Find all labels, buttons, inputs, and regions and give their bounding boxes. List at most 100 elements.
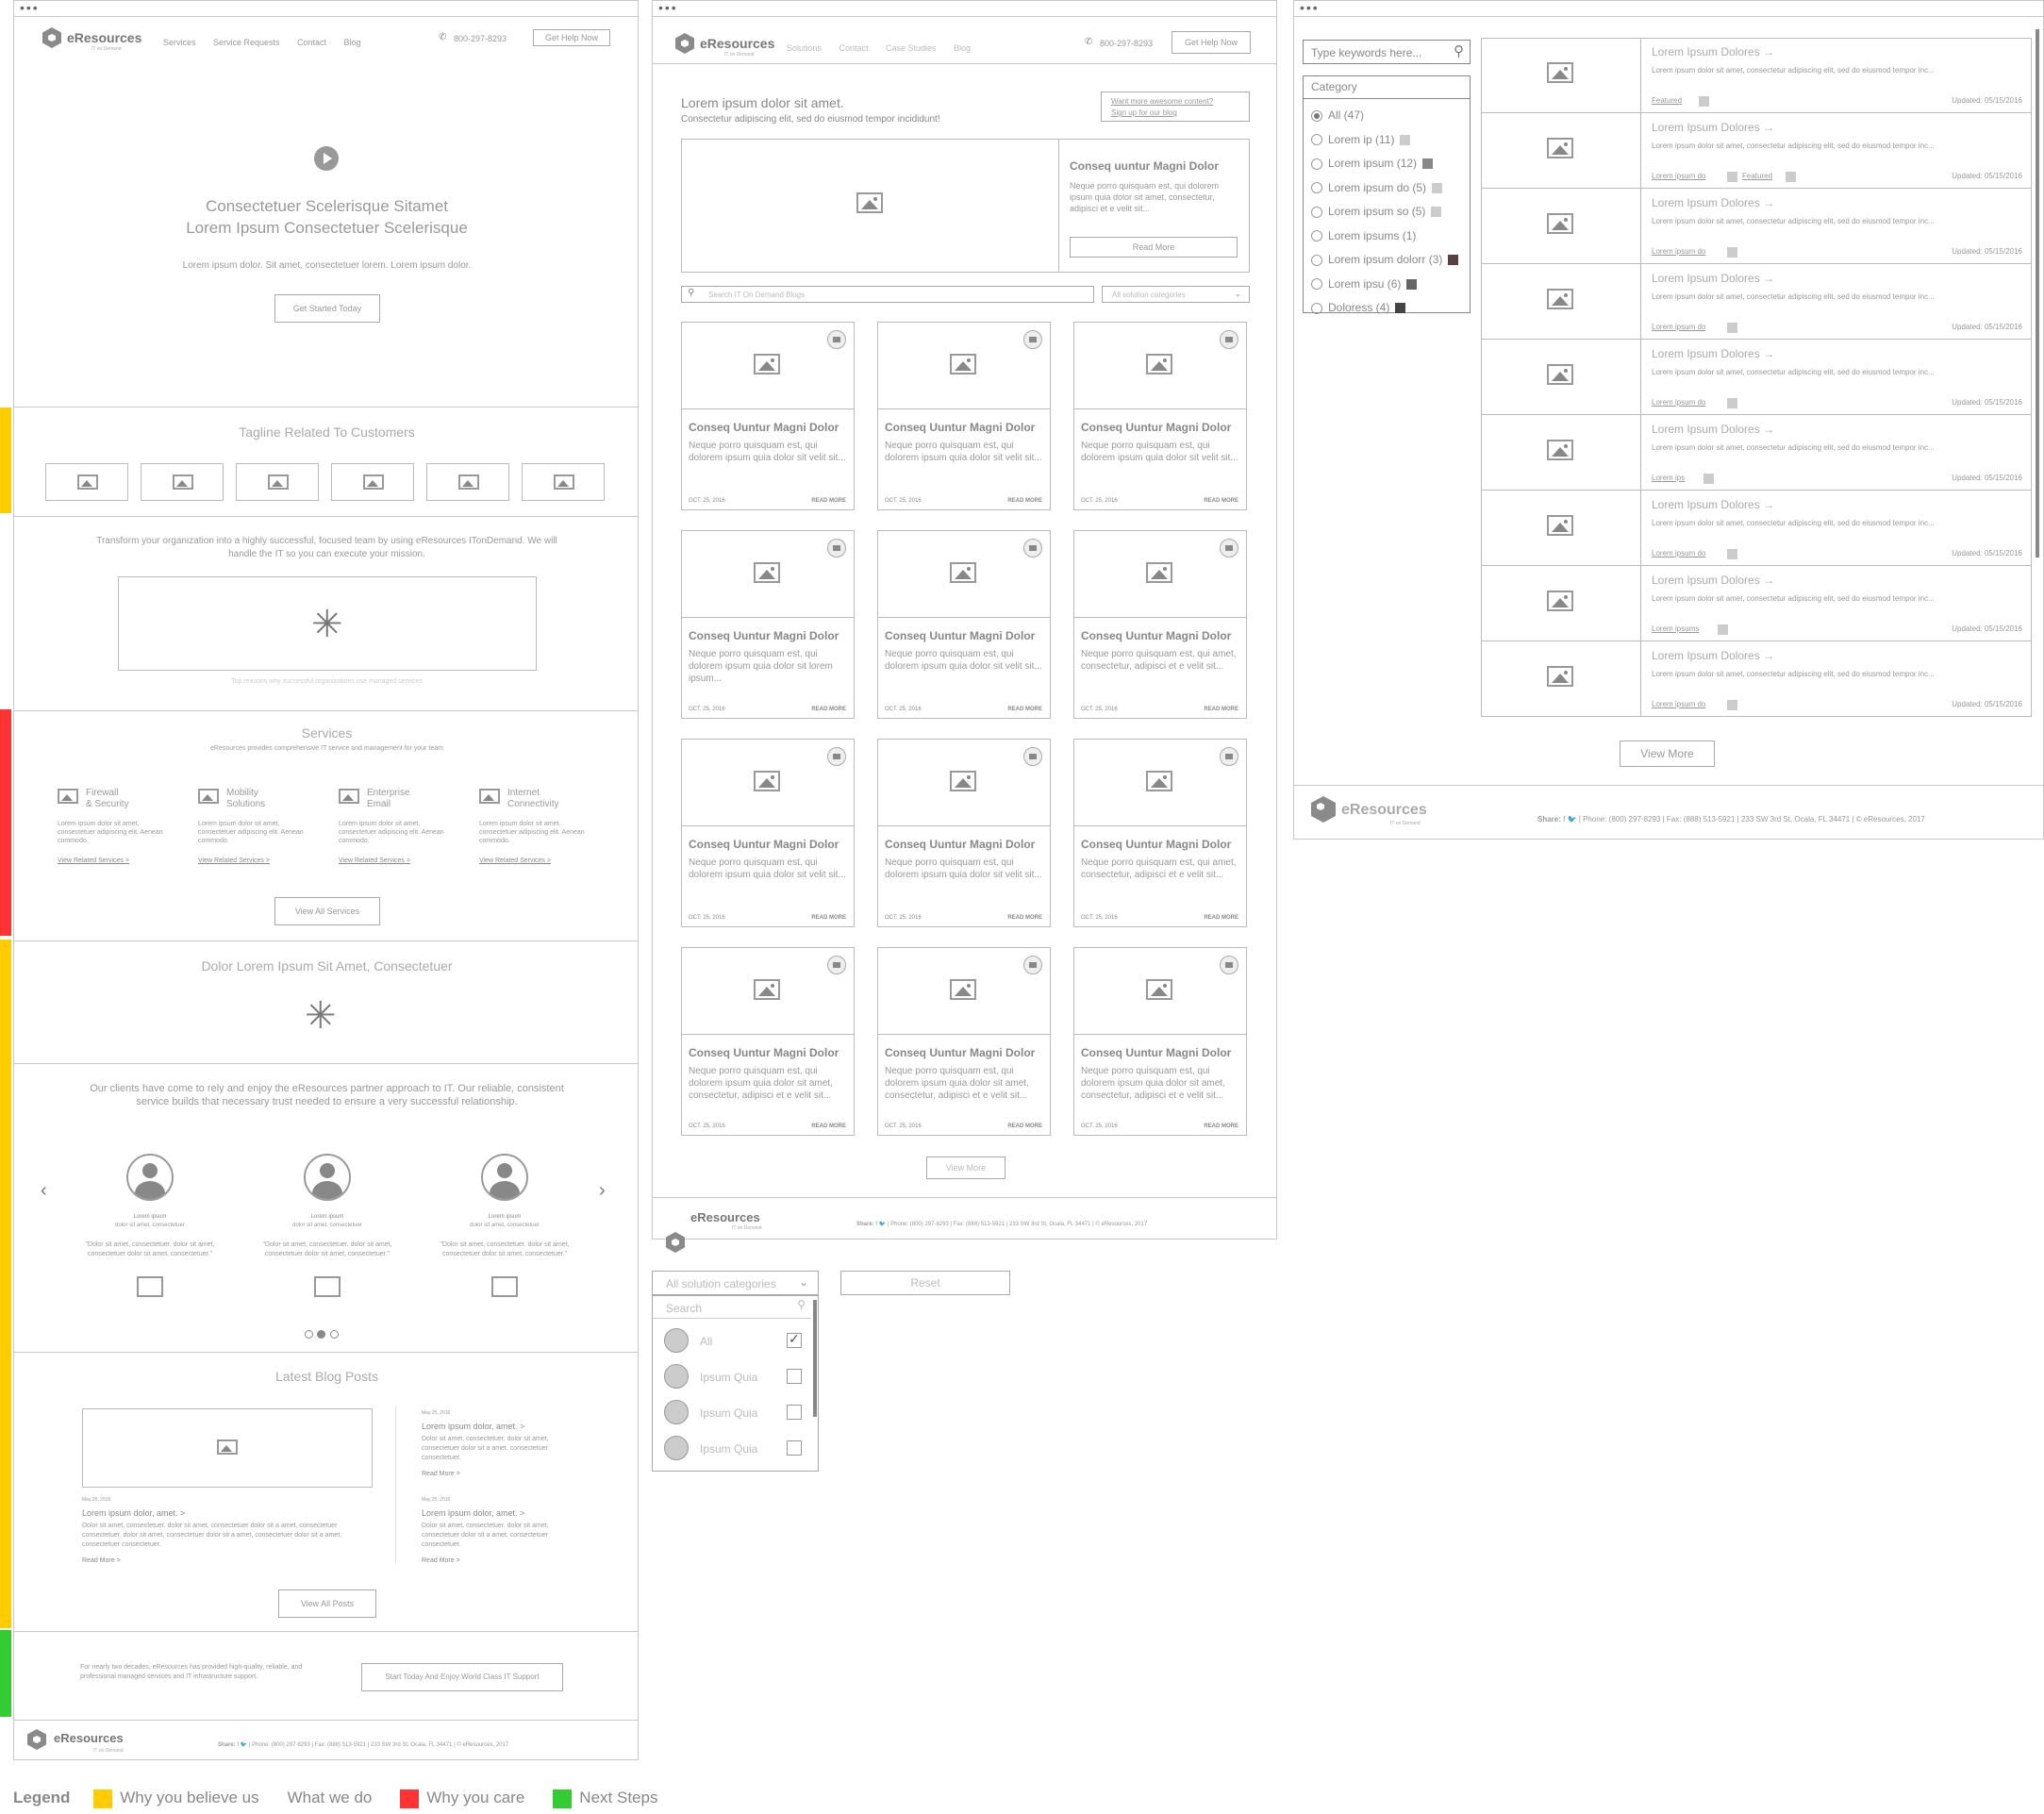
result-title[interactable]: Lorem Ipsum Dolores → [1652,347,1774,360]
nav-contact[interactable]: Contact [839,43,868,53]
nav-services[interactable]: Services [163,38,196,47]
blog-side-title[interactable]: Lorem ipsum dolor, amet. > [422,1508,524,1518]
footer-phone[interactable]: Phone: (800) 297-8293 [252,1742,310,1748]
category-item[interactable]: Lorem ip (11) [1311,133,1411,146]
result-tag[interactable]: Lorem ips [1652,474,1685,482]
blog-card[interactable]: Conseq Uuntur Magni Dolor Neque porro qui… [877,322,1051,510]
result-row[interactable]: Lorem Ipsum Dolores → Lorem ipsum dolor s… [1481,491,2032,566]
blog-card[interactable]: Conseq Uuntur Magni Dolor Neque porro qui… [877,739,1051,927]
blog-card[interactable]: Conseq Uuntur Magni Dolor Neque porro qui… [681,739,855,927]
service-link[interactable]: View Related Services > [198,857,270,864]
carousel-next-icon[interactable]: › [599,1180,606,1202]
nav-blog[interactable]: Blog [954,43,971,53]
card-read-more[interactable]: READ MORE [1204,915,1238,921]
result-title[interactable]: Lorem Ipsum Dolores → [1652,649,1774,662]
card-title[interactable]: Conseq Uuntur Magni Dolor [1081,1046,1231,1059]
blog-main-title[interactable]: Lorem ipsum dolor, amet. > [82,1508,185,1518]
result-row[interactable]: Lorem Ipsum Dolores → Lorem ipsum dolor s… [1481,566,2032,641]
category-item[interactable]: Lorem ipsum do (5) [1311,181,1443,194]
result-row[interactable]: Lorem Ipsum Dolores → Lorem ipsum dolor s… [1481,113,2032,189]
play-icon[interactable] [314,146,339,171]
result-row[interactable]: Lorem Ipsum Dolores → Lorem ipsum dolor s… [1481,641,2032,717]
nav-service-requests[interactable]: Service Requests [213,38,280,47]
featured-read-more-button[interactable]: Read More [1070,237,1238,258]
result-tag[interactable]: Lorem ipsum do [1652,172,1705,180]
card-title[interactable]: Conseq Uuntur Magni Dolor [689,1046,839,1059]
carousel-prev-icon[interactable]: ‹ [41,1180,47,1202]
dropdown-item-label[interactable]: Ipsum Quia [700,1406,757,1420]
card-read-more[interactable]: READ MORE [1007,915,1042,921]
blog-main-image[interactable] [82,1408,373,1488]
blog-card[interactable]: Conseq Uuntur Magni Dolor Neque porro qui… [681,947,855,1136]
card-title[interactable]: Conseq Uuntur Magni Dolor [689,629,839,642]
radio-button[interactable] [1311,230,1322,242]
search-icon[interactable]: ⚲ [1454,42,1464,59]
blog-side-more[interactable]: Read More > [422,1557,460,1564]
card-read-more[interactable]: READ MORE [1204,498,1238,504]
result-title[interactable]: Lorem Ipsum Dolores → [1652,498,1774,511]
radio-button[interactable] [1311,182,1322,194]
card-read-more[interactable]: READ MORE [1204,1123,1238,1129]
blog-card[interactable]: Conseq Uuntur Magni Dolor Neque porro qui… [681,322,855,510]
view-more-button[interactable]: View More [1620,741,1715,767]
twitter-icon[interactable]: 🐦 | [241,1742,252,1748]
result-row[interactable]: Lorem Ipsum Dolores → Lorem ipsum dolor s… [1481,415,2032,491]
blog-main-more[interactable]: Read More > [82,1557,121,1564]
card-title[interactable]: Conseq Uuntur Magni Dolor [885,1046,1035,1059]
card-title[interactable]: Conseq Uuntur Magni Dolor [885,838,1035,851]
blog-card[interactable]: Conseq Uuntur Magni Dolor Neque porro qui… [1073,530,1247,719]
header-phone[interactable]: 800-297-8293 [1100,39,1153,48]
result-row[interactable]: Lorem Ipsum Dolores → Lorem ipsum dolor s… [1481,38,2032,113]
result-tag[interactable]: Lorem ipsums [1652,624,1699,633]
nav-solutions[interactable]: Solutions [787,43,822,53]
checkbox-checked[interactable]: ✓ [787,1331,802,1348]
blog-card[interactable]: Conseq Uuntur Magni Dolor Neque porro qui… [877,530,1051,719]
result-title[interactable]: Lorem Ipsum Dolores → [1652,423,1774,436]
card-title[interactable]: Conseq Uuntur Magni Dolor [885,629,1035,642]
radio-button[interactable] [1311,109,1322,122]
card-title[interactable]: Conseq Uuntur Magni Dolor [1081,629,1231,642]
result-tag[interactable]: Lorem ipsum do [1652,700,1705,708]
category-item[interactable]: Doloress (4) [1311,301,1406,314]
card-read-more[interactable]: READ MORE [1007,498,1042,504]
card-title[interactable]: Conseq Uuntur Magni Dolor [1081,838,1231,851]
dropdown-select[interactable]: All solution categories ⌄ [652,1271,819,1295]
result-tag[interactable]: Lorem ipsum do [1652,549,1705,558]
checkbox[interactable] [787,1369,802,1384]
scrollbar[interactable] [2036,29,2039,558]
radio-button[interactable] [1311,134,1322,146]
footer-phone[interactable]: Phone: (800) 297-8293 [1583,815,1660,824]
result-title[interactable]: Lorem Ipsum Dolores → [1652,196,1774,209]
radio-button[interactable] [1311,254,1322,266]
get-started-button[interactable]: Get Started Today [274,294,380,323]
service-link[interactable]: View Related Services > [58,857,129,864]
get-help-now-button[interactable]: Get Help Now [1172,31,1251,54]
result-row[interactable]: Lorem Ipsum Dolores → Lorem ipsum dolor s… [1481,189,2032,264]
video-frame[interactable]: ✳ [118,576,537,671]
dropdown-scrollbar[interactable] [813,1300,817,1417]
card-read-more[interactable]: READ MORE [811,1123,846,1129]
blog-card[interactable]: Conseq Uuntur Magni Dolor Neque porro qui… [681,530,855,719]
dropdown-search-input[interactable]: Search ⚲ [653,1296,811,1319]
category-item[interactable]: Lorem ipsum so (5) [1311,205,1442,218]
result-tag[interactable]: Lorem ipsum do [1652,323,1705,331]
promo-signup-link[interactable]: Sign up for our blog [1111,108,1239,119]
nav-contact[interactable]: Contact [297,38,326,47]
carousel-dots[interactable] [305,1326,339,1343]
footer-phone[interactable]: Phone: (800) 297-8293 [890,1222,949,1227]
category-item[interactable]: All (47) [1311,108,1364,122]
card-read-more[interactable]: READ MORE [811,707,846,712]
blog-side-title[interactable]: Lorem ipsum dolor, amet. > [422,1422,524,1431]
promo-line-1[interactable]: Want more awesome content? [1111,96,1239,108]
view-more-button[interactable]: View More [926,1157,1005,1179]
category-item[interactable]: Lorem ipsum (12) [1311,157,1434,170]
card-title[interactable]: Conseq Uuntur Magni Dolor [1081,421,1231,434]
result-title[interactable]: Lorem Ipsum Dolores → [1652,121,1774,134]
result-row[interactable]: Lorem Ipsum Dolores → Lorem ipsum dolor s… [1481,264,2032,340]
card-read-more[interactable]: READ MORE [1204,707,1238,712]
blog-card[interactable]: Conseq Uuntur Magni Dolor Neque porro qui… [1073,947,1247,1136]
result-title[interactable]: Lorem Ipsum Dolores → [1652,272,1774,285]
radio-button[interactable] [1311,278,1322,291]
service-link[interactable]: View Related Services > [339,857,410,864]
result-title[interactable]: Lorem Ipsum Dolores → [1652,574,1774,587]
